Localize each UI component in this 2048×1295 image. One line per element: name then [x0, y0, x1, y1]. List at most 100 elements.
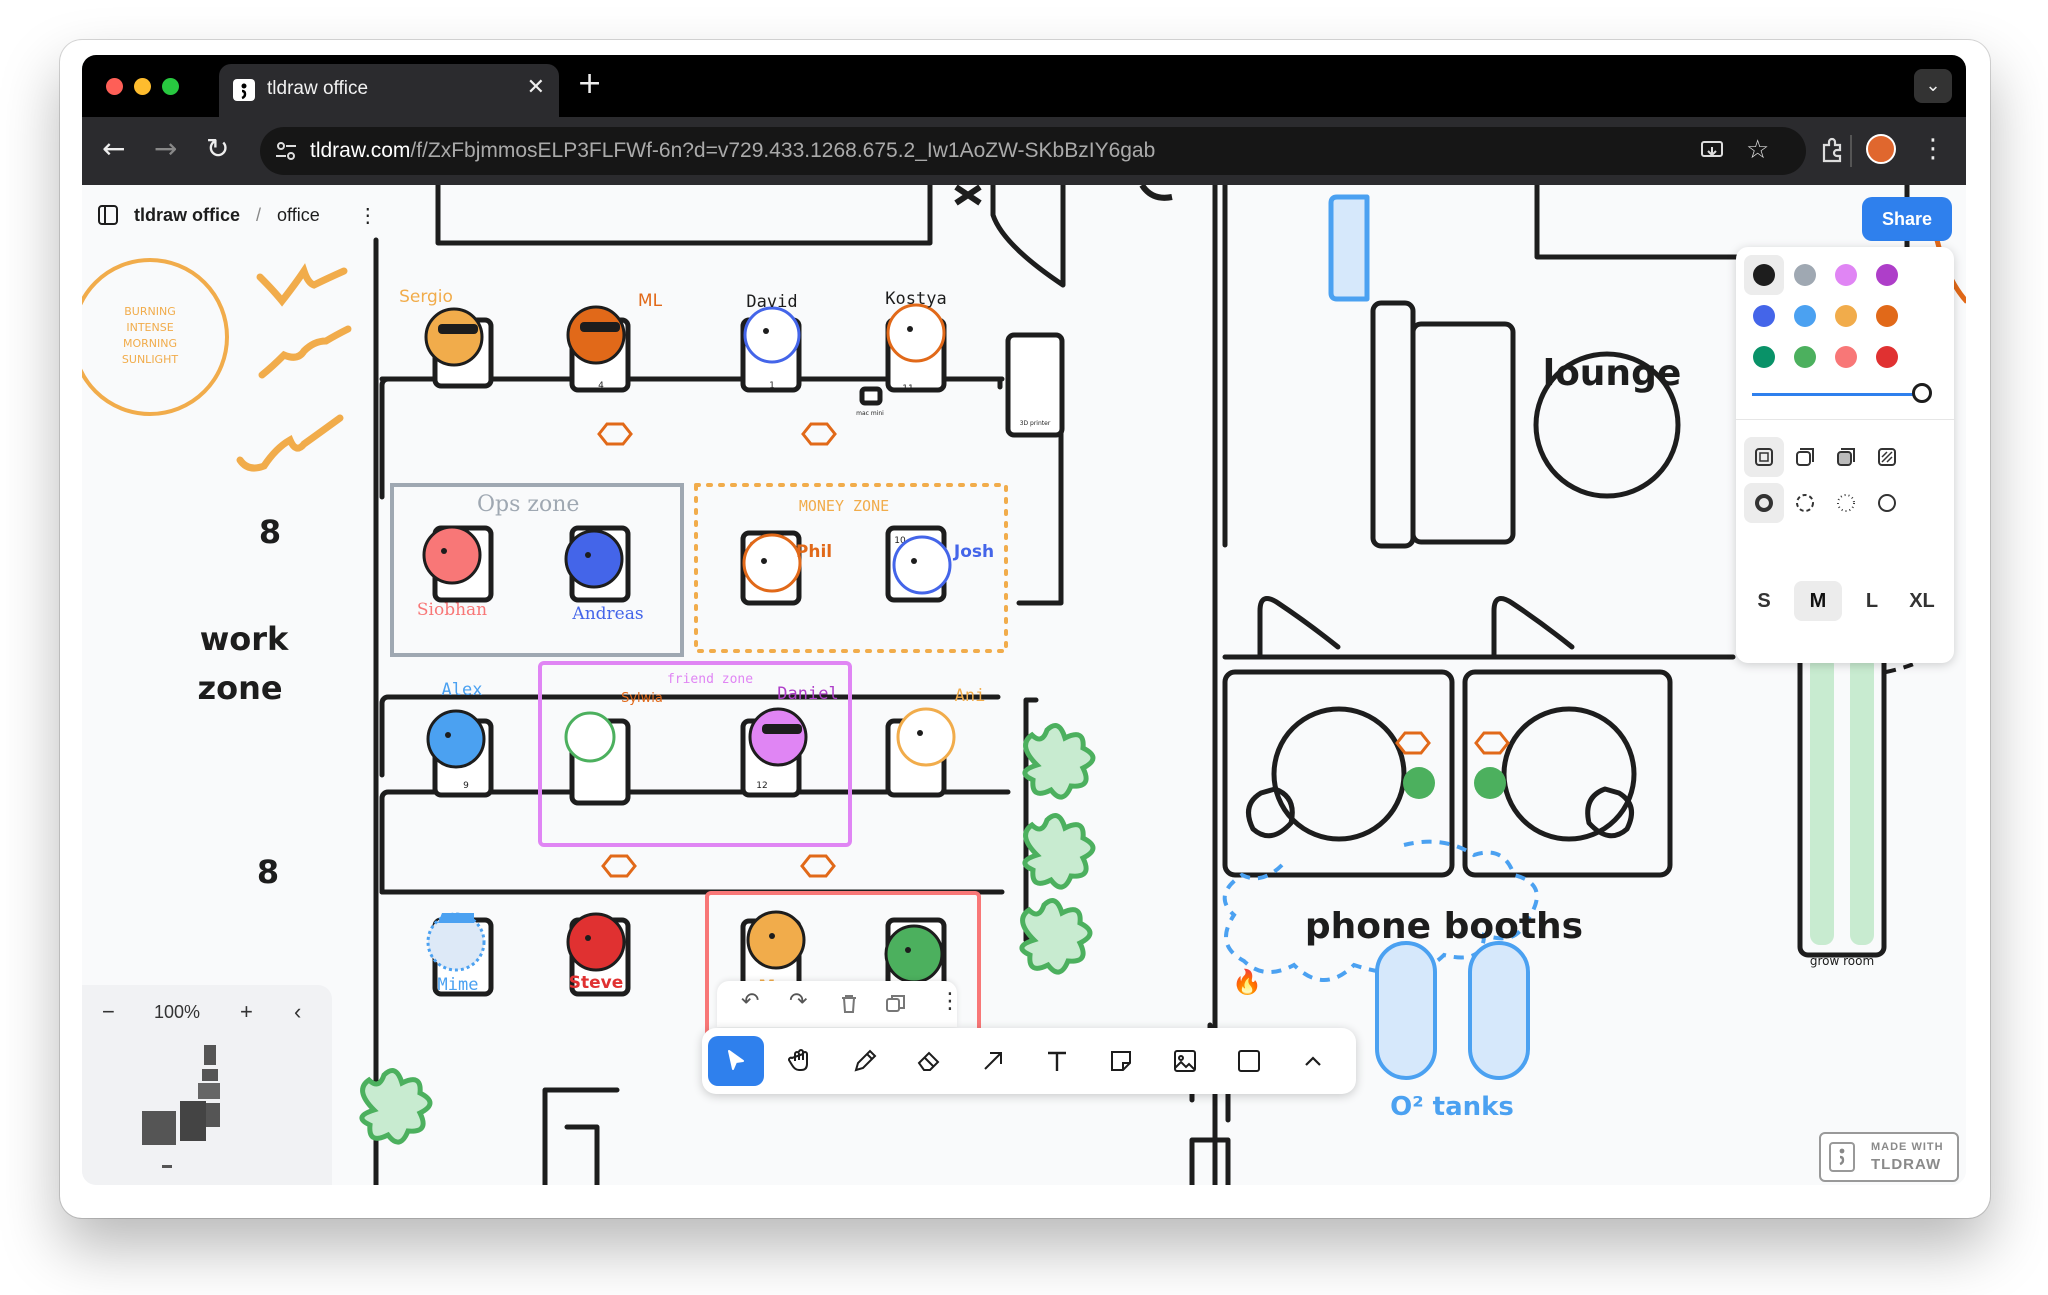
- close-window-button[interactable]: [106, 78, 123, 95]
- rectangle-tool[interactable]: [1220, 1036, 1276, 1086]
- opacity-slider-track[interactable]: [1752, 393, 1922, 396]
- color-swatch-blue[interactable]: [1753, 305, 1775, 327]
- tldraw-favicon-icon: [233, 79, 255, 101]
- o2-tank-2: [1468, 941, 1530, 1080]
- ops-zone-label: Ops zone: [477, 492, 579, 517]
- redo-icon[interactable]: ↷: [789, 989, 807, 1014]
- forward-arrow-icon[interactable]: →: [154, 134, 177, 164]
- name-steve: Steve: [569, 973, 624, 993]
- mac-mini-drawing: [859, 386, 883, 406]
- color-swatch-black[interactable]: [1753, 264, 1775, 286]
- avatar-andreas: [564, 529, 624, 589]
- zoom-in-button[interactable]: +: [240, 999, 253, 1025]
- url-field[interactable]: tldraw.com/f/ZxFbjmmosELP3FLFWf-6n?d=v72…: [260, 127, 1806, 175]
- rectangle-icon: [1238, 1050, 1260, 1072]
- sun-rays-drawing: [236, 263, 352, 472]
- avatar-alex: [426, 709, 486, 769]
- fill-solid-icon[interactable]: [1836, 447, 1856, 467]
- tab-title: tldraw office: [267, 78, 369, 99]
- opacity-slider-thumb[interactable]: [1912, 383, 1932, 403]
- name-siobhan: Siobhan: [417, 600, 487, 620]
- svg-text:4: 4: [598, 381, 604, 391]
- maximize-window-button[interactable]: [162, 78, 179, 95]
- size-s-button[interactable]: S: [1740, 581, 1788, 621]
- made-with-tldraw-badge[interactable]: MADE WITH TLDRAW: [1819, 1132, 1959, 1182]
- text-tool[interactable]: [1028, 1036, 1084, 1086]
- color-swatch-light-red[interactable]: [1835, 346, 1857, 368]
- media-tool[interactable]: [1156, 1036, 1212, 1086]
- trash-icon[interactable]: [839, 993, 859, 1015]
- avatar-lu: [884, 924, 944, 984]
- more-actions-icon[interactable]: ⋮: [939, 989, 961, 1014]
- file-name[interactable]: tldraw office: [134, 205, 240, 226]
- duplicate-icon[interactable]: [885, 993, 907, 1015]
- more-menu-icon[interactable]: ⋮: [1920, 134, 1946, 164]
- dash-dashed-icon[interactable]: [1795, 493, 1815, 513]
- draw-tool[interactable]: [836, 1036, 892, 1086]
- browser-tab[interactable]: tldraw office ✕: [219, 64, 559, 117]
- more-tools[interactable]: [1284, 1036, 1340, 1086]
- breadcrumb-separator: /: [256, 204, 262, 225]
- back-arrow-icon[interactable]: ←: [102, 134, 125, 164]
- avatar-phil: [742, 533, 802, 593]
- color-swatch-red[interactable]: [1876, 346, 1898, 368]
- lounge-phone-booths-label: phone booths: [1305, 906, 1583, 947]
- size-l-button[interactable]: L: [1848, 581, 1896, 621]
- size-xl-button[interactable]: XL: [1898, 581, 1946, 621]
- fill-semi-icon[interactable]: [1795, 447, 1815, 467]
- color-swatch-violet[interactable]: [1876, 264, 1898, 286]
- main-toolbar: [702, 1028, 1356, 1094]
- avatar-david: [743, 306, 801, 364]
- tldraw-logo-icon: [1829, 1142, 1855, 1172]
- zoom-level[interactable]: 100%: [154, 1002, 200, 1023]
- color-swatch-light-violet[interactable]: [1835, 264, 1857, 286]
- eraser-tool[interactable]: [900, 1036, 956, 1086]
- tab-close-icon[interactable]: ✕: [527, 75, 545, 100]
- collapse-minimap-button[interactable]: ‹: [294, 999, 301, 1025]
- color-swatch-orange[interactable]: [1876, 305, 1898, 327]
- navigation-panel: − 100% + ‹: [82, 985, 332, 1185]
- site-info-icon[interactable]: [274, 139, 298, 163]
- reload-icon[interactable]: ↻: [206, 134, 229, 164]
- dash-dotted-icon[interactable]: [1836, 493, 1856, 513]
- color-swatch-green[interactable]: [1753, 346, 1775, 368]
- hand-tool[interactable]: [772, 1036, 828, 1086]
- zoom-out-button[interactable]: −: [102, 999, 115, 1025]
- page-menu-icon[interactable]: ⋮: [358, 203, 378, 228]
- fill-none-icon[interactable]: [1754, 447, 1774, 467]
- star-icon[interactable]: ☆: [1746, 135, 1769, 165]
- color-swatch-grey[interactable]: [1794, 264, 1816, 286]
- page-name[interactable]: office: [277, 205, 320, 226]
- toolbar-divider: [1850, 135, 1852, 167]
- name-sergio: Sergio: [399, 287, 453, 307]
- name-daniel: Daniel: [777, 684, 838, 704]
- minimap[interactable]: [142, 1043, 262, 1173]
- name-mime: Mime: [438, 975, 479, 995]
- size-m-button[interactable]: M: [1794, 581, 1842, 621]
- fill-pattern-icon[interactable]: [1877, 447, 1897, 467]
- undo-icon[interactable]: ↶: [741, 989, 759, 1014]
- arrow-tool[interactable]: [964, 1036, 1020, 1086]
- select-tool[interactable]: [708, 1036, 764, 1086]
- color-swatch-light-blue[interactable]: [1794, 305, 1816, 327]
- plus-icon[interactable]: +: [577, 69, 602, 99]
- profile-avatar[interactable]: [1866, 134, 1896, 164]
- avatar-daniel: [748, 707, 808, 767]
- extensions-icon[interactable]: [1819, 137, 1847, 165]
- cursor-icon: [728, 1050, 744, 1070]
- avatar-josh: [892, 535, 952, 595]
- name-phil: Phil: [796, 542, 832, 562]
- color-swatch-yellow[interactable]: [1835, 305, 1857, 327]
- minimize-window-button[interactable]: [134, 78, 151, 95]
- share-button[interactable]: Share: [1862, 197, 1952, 241]
- color-swatch-light-green[interactable]: [1794, 346, 1816, 368]
- install-app-icon[interactable]: [1700, 139, 1724, 163]
- friend-zone-label: friend zone: [667, 672, 753, 687]
- svg-text:3D printer: 3D printer: [1020, 420, 1051, 427]
- note-tool[interactable]: [1092, 1036, 1148, 1086]
- tab-search-chevron-icon[interactable]: ⌄: [1914, 69, 1952, 103]
- svg-text:12: 12: [756, 781, 767, 791]
- sidebar-toggle-icon[interactable]: [98, 205, 118, 225]
- dash-solid-icon[interactable]: [1877, 493, 1897, 513]
- dash-draw-icon[interactable]: [1754, 493, 1774, 513]
